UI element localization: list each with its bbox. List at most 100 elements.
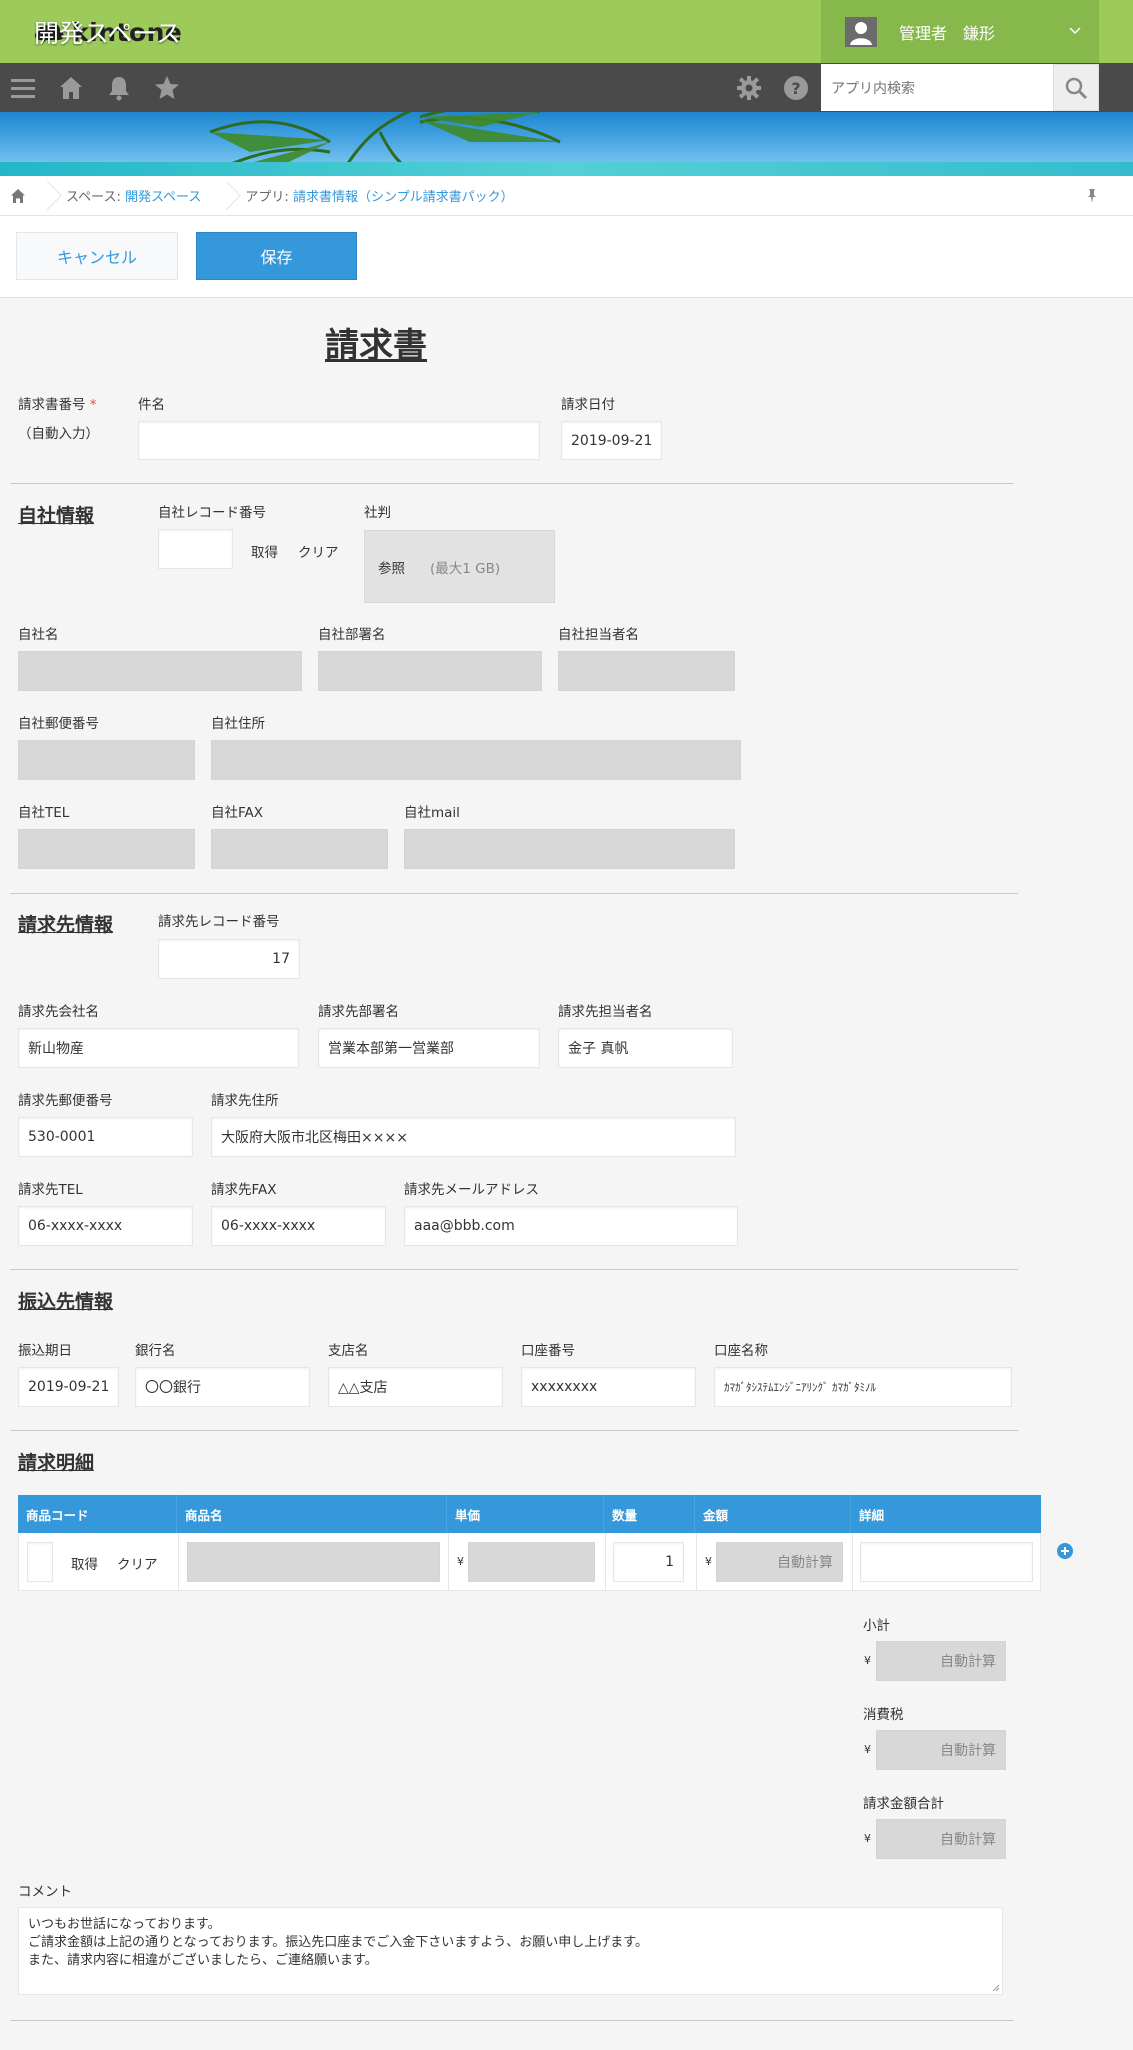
breadcrumb-separator [211, 176, 233, 216]
space-banner [0, 112, 1133, 176]
own-person-label: 自社担当者名 [558, 627, 639, 643]
menu-icon[interactable] [10, 76, 36, 100]
client-record-number-label: 請求先レコード番号 [158, 914, 280, 930]
invoice-date-input[interactable]: 2019-09-21 [561, 421, 662, 460]
product-code-input[interactable] [27, 1542, 53, 1582]
subtotal-label: 小計 [863, 1618, 890, 1634]
comment-line: また、請求内容に相違がございましたら、ご連絡願います。 [28, 1953, 378, 1968]
own-name-field [18, 651, 302, 691]
unit-price-field [468, 1542, 595, 1582]
unit-price-yen: ¥ [457, 1555, 464, 1568]
account-name-input[interactable]: ｶﾏｶﾞﾀｼｽﾃﾑｴﾝｼﾞﾆｱﾘﾝｸﾞ ｶﾏｶﾞﾀﾐﾉﾙ [714, 1367, 1012, 1407]
required-mark: * [89, 397, 97, 413]
account-number-label: 口座番号 [521, 1343, 575, 1359]
invoice-number-label: 請求書番号 * [18, 393, 97, 413]
settings-gear-icon[interactable] [736, 75, 762, 101]
transfer-due-label: 振込期日 [18, 1343, 72, 1359]
client-postal-label: 請求先郵便番号 [18, 1093, 113, 1109]
own-clear-link[interactable]: クリア [298, 541, 339, 561]
tax-yen: ¥ [864, 1743, 871, 1756]
own-record-number-input[interactable] [158, 529, 233, 569]
favorite-star-icon[interactable] [154, 75, 180, 101]
breadcrumb-space: スペース: 開発スペース [66, 186, 201, 205]
client-address-label: 請求先住所 [211, 1093, 279, 1109]
breadcrumb-app-link[interactable]: 請求書情報（シンプル請求書パック） [293, 190, 514, 205]
app-search-input[interactable] [821, 64, 1053, 111]
branch-name-input[interactable]: △△支店 [328, 1367, 503, 1407]
client-person-input[interactable]: 金子 真帆 [558, 1028, 733, 1068]
form-title: 請求書 [325, 326, 427, 366]
quantity-input[interactable]: 1 [613, 1542, 684, 1582]
client-record-number-input[interactable]: 17 [158, 939, 300, 979]
company-seal-label: 社判 [364, 505, 391, 521]
notification-bell-icon[interactable] [106, 75, 132, 101]
product-fetch-link[interactable]: 取得 [71, 1553, 98, 1573]
own-record-number-label: 自社レコード番号 [158, 505, 266, 521]
own-fetch-link[interactable]: 取得 [251, 541, 278, 561]
search-icon [1065, 77, 1088, 99]
client-fax-input[interactable]: 06-xxxx-xxxx [211, 1206, 386, 1246]
column-header-product-name: 商品名 [177, 1495, 447, 1533]
client-tel-input[interactable]: 06-xxxx-xxxx [18, 1206, 193, 1246]
detail-cell [852, 1533, 1041, 1590]
own-fax-label: 自社FAX [211, 805, 264, 821]
client-tel-label: 請求先TEL [18, 1182, 83, 1198]
client-address-input[interactable]: 大阪府大阪市北区梅田×××× [211, 1117, 736, 1157]
total-label: 請求金額合計 [863, 1796, 944, 1812]
own-fax-field [211, 829, 388, 869]
subtotal-yen: ¥ [864, 1654, 871, 1667]
resize-handle-icon[interactable] [990, 1982, 1000, 1992]
product-clear-link[interactable]: クリア [117, 1553, 158, 1573]
section-divider [10, 483, 1014, 484]
subtotal-field: 自動計算 [876, 1641, 1006, 1681]
browse-file-link[interactable]: 参照 [378, 557, 405, 577]
add-row-icon[interactable] [1057, 1543, 1073, 1559]
breadcrumb-home-icon[interactable] [10, 188, 26, 204]
details-table-row: 取得 クリア ¥ 1 ¥ 自動計算 [18, 1533, 1041, 1591]
client-company-input[interactable]: 新山物産 [18, 1028, 299, 1068]
own-tel-field [18, 829, 195, 869]
svg-text:?: ? [791, 79, 800, 98]
details-table-header: 商品コード 商品名 単価 数量 金額 詳細 [18, 1495, 1041, 1533]
comment-line: いつもお世話になっております。 [28, 1917, 221, 1932]
subject-input[interactable] [138, 421, 540, 460]
detail-input[interactable] [860, 1542, 1033, 1582]
own-dept-label: 自社部署名 [318, 627, 386, 643]
total-yen: ¥ [864, 1832, 871, 1845]
own-person-field [558, 651, 735, 691]
breadcrumb-space-prefix: スペース: [66, 190, 121, 205]
client-dept-input[interactable]: 営業本部第一営業部 [318, 1028, 540, 1068]
product-name-field [187, 1542, 440, 1582]
account-number-input[interactable]: xxxxxxxx [521, 1367, 696, 1407]
pin-icon[interactable] [1084, 188, 1100, 204]
transfer-due-input[interactable]: 2019-09-21 [18, 1367, 119, 1407]
breadcrumb-space-link[interactable]: 開発スペース [125, 190, 201, 205]
bank-name-input[interactable]: 〇〇銀行 [135, 1367, 310, 1407]
product-name-cell [178, 1533, 449, 1590]
help-icon[interactable]: ? [783, 75, 809, 101]
save-button[interactable]: 保存 [196, 232, 357, 280]
own-mail-field [404, 829, 735, 869]
user-name: 管理者 鎌形 [899, 23, 996, 43]
bank-name-label: 銀行名 [135, 1343, 176, 1359]
own-postal-label: 自社郵便番号 [18, 716, 99, 732]
own-tel-label: 自社TEL [18, 805, 70, 821]
breadcrumb-separator [32, 176, 54, 216]
section-divider [10, 1430, 1018, 1431]
breadcrumb-app-prefix: アプリ: [245, 190, 289, 205]
section-divider [10, 893, 1018, 894]
search-button[interactable] [1053, 64, 1099, 111]
own-dept-field [318, 651, 542, 691]
own-postal-field [18, 740, 195, 780]
home-icon[interactable] [58, 75, 84, 101]
amount-yen: ¥ [705, 1555, 712, 1568]
cancel-button[interactable]: キャンセル [16, 232, 178, 280]
user-menu[interactable]: 管理者 鎌形 [821, 0, 1099, 63]
tax-field: 自動計算 [876, 1730, 1006, 1770]
section-divider [10, 2020, 1014, 2021]
comment-textarea[interactable]: いつもお世話になっております。 ご請求金額は上記の通りとなっております。振込先口… [18, 1907, 1003, 1995]
details-section-title: 請求明細 [18, 1452, 95, 1474]
client-postal-input[interactable]: 530-0001 [18, 1117, 193, 1157]
client-email-input[interactable]: aaa@bbb.com [404, 1206, 738, 1246]
invoice-number-label-text: 請求書番号 [18, 397, 86, 413]
